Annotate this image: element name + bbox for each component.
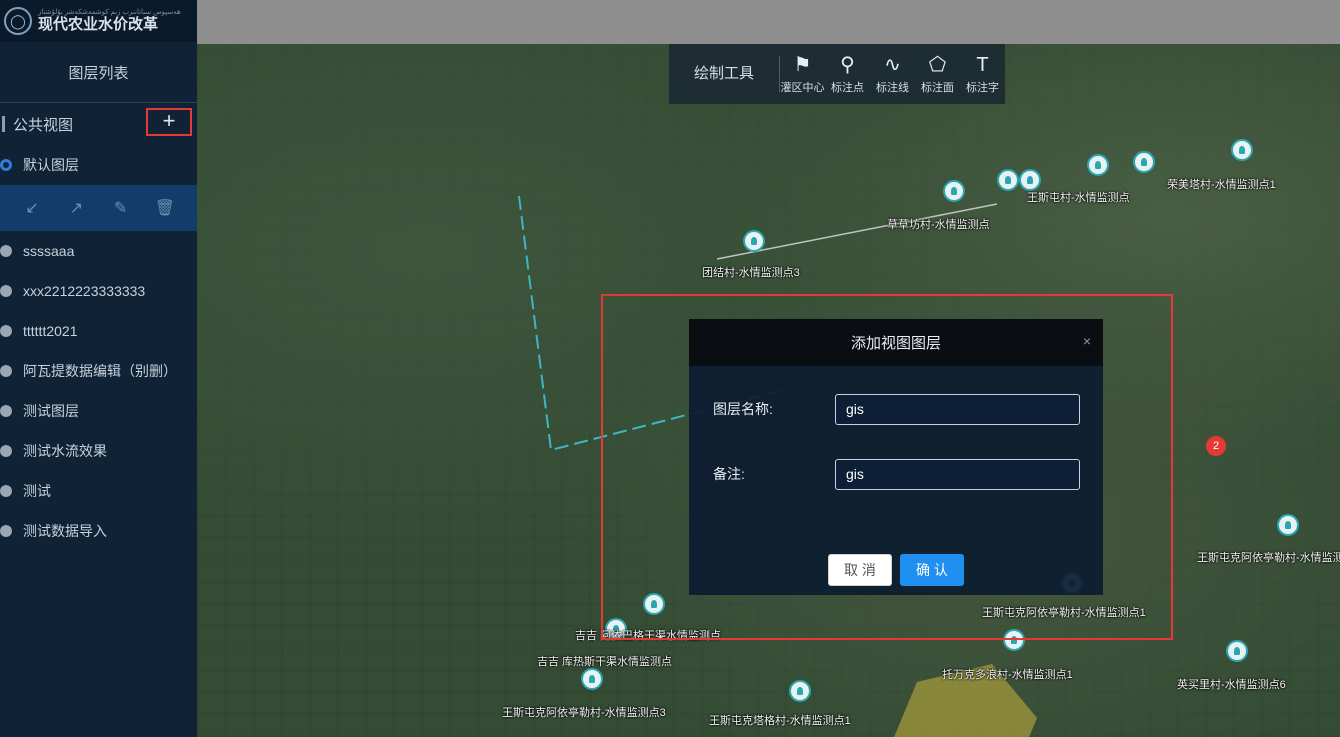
marker-label: 王斯屯村-水情监测点: [1027, 192, 1130, 204]
layer-name-row: 图层名称:: [713, 393, 1103, 425]
monitor-marker[interactable]: [997, 169, 1019, 191]
radio[interactable]: [0, 285, 12, 297]
marker-label: 王斯屯克阿依亭勒村-水情监测点: [1197, 552, 1340, 564]
layer-label: 阿瓦提数据编辑（别删）: [23, 363, 177, 379]
plus-icon: +: [162, 108, 176, 133]
polyline-icon: ∿: [884, 54, 901, 76]
delete-icon[interactable]: 🗑: [153, 198, 177, 218]
marker-label: 吉吉 库热斯干渠水情监测点: [537, 656, 673, 668]
group-indicator: [2, 116, 5, 132]
monitor-marker[interactable]: [789, 680, 811, 702]
sidebar: ◯ ھەسپوس سىاتانىرب زىم كوشمەشكەشر بۇلۇشت…: [0, 0, 197, 737]
marker-label: 托万克多浪村-水情监测点1: [942, 669, 1073, 681]
layer-label: xxx2212223333333: [23, 283, 146, 299]
monitor-marker[interactable]: [1226, 640, 1248, 662]
edit-icon[interactable]: ✎: [109, 198, 133, 218]
layer-item-default[interactable]: 默认图层: [0, 145, 197, 185]
radio[interactable]: [0, 405, 12, 417]
tool-label: 标注点: [831, 82, 864, 94]
draw-tools-title: 绘制工具: [669, 56, 780, 92]
layer-item[interactable]: xxx2212223333333: [0, 271, 197, 311]
layer-item[interactable]: 测试: [0, 471, 197, 511]
export-icon[interactable]: ↗: [64, 198, 88, 218]
marker-label: 王斯屯克塔格村-水情监测点1: [709, 715, 851, 727]
layer-item[interactable]: 测试水流效果: [0, 431, 197, 471]
tool-mark-point[interactable]: ⚲ 标注点: [825, 53, 870, 95]
radio[interactable]: [0, 365, 12, 377]
text-icon: T: [976, 54, 989, 76]
marker-label: 草草坊村-水情监测点: [887, 219, 990, 231]
layer-item[interactable]: tttttt2021: [0, 311, 197, 351]
draw-tools-toolbar: 绘制工具 ⚑ 灌区中心 ⚲ 标注点 ∿ 标注线 ⬠ 标注面 T 标注字: [669, 44, 1005, 104]
annotation-badge-2: 2: [1206, 436, 1226, 456]
map-view[interactable]: 绘制工具 ⚑ 灌区中心 ⚲ 标注点 ∿ 标注线 ⬠ 标注面 T 标注字 团结村-水情监测点…: [197, 44, 1340, 737]
add-layer-dialog: 添加视图图层 × 图层名称: 备注: 取 消 确 认: [689, 319, 1103, 595]
layer-label: tttttt2021: [23, 323, 78, 339]
tool-label: 标注线: [876, 82, 909, 94]
flag-icon: ⚑: [793, 54, 812, 76]
polygon-icon: ⬠: [928, 54, 947, 76]
radio-selected[interactable]: [0, 159, 12, 171]
monitor-marker[interactable]: [1133, 151, 1155, 173]
import-icon[interactable]: ↙: [20, 198, 44, 218]
logo-subtitle: ھەسپوس سىاتانىرب زىم كوشمەشكەشر بۇلۇشتاز: [38, 9, 181, 16]
group-label: 公共视图: [13, 116, 74, 134]
note-label: 备注:: [713, 466, 745, 482]
monitor-marker[interactable]: [1087, 154, 1109, 176]
layer-label: ssssaaa: [23, 243, 75, 259]
layer-item[interactable]: 阿瓦提数据编辑（别删）: [0, 351, 197, 391]
monitor-marker[interactable]: [743, 230, 765, 252]
layer-label: 测试: [23, 483, 51, 499]
note-row: 备注:: [713, 458, 1103, 490]
monitor-marker[interactable]: [1277, 514, 1299, 536]
dialog-footer: 取 消 确 认: [689, 554, 1103, 586]
radio[interactable]: [0, 485, 12, 497]
layer-label: 测试图层: [23, 403, 79, 419]
dialog-header: 添加视图图层 ×: [689, 319, 1103, 366]
marker-label: 荣美塔村-水情监测点1: [1167, 179, 1276, 191]
layer-label: 默认图层: [23, 157, 79, 173]
monitor-marker[interactable]: [1019, 169, 1041, 191]
logo-title: 现代农业水价改革: [38, 16, 159, 33]
layer-label: 测试水流效果: [23, 443, 107, 459]
confirm-button[interactable]: 确 认: [900, 554, 964, 586]
layer-name-label: 图层名称:: [713, 401, 773, 417]
logo: ◯ ھەسپوس سىاتانىرب زىم كوشمەشكەشر بۇلۇشت…: [0, 0, 197, 42]
marker-label: 团结村-水情监测点3: [702, 267, 800, 279]
tool-mark-line[interactable]: ∿ 标注线: [870, 53, 915, 95]
layer-label: 测试数据导入: [23, 523, 107, 539]
layer-tool-row: ↙ ↗ ✎ 🗑: [0, 185, 197, 231]
layer-item[interactable]: ssssaaa: [0, 231, 197, 271]
tool-label: 灌区中心: [780, 82, 825, 94]
tool-mark-polygon[interactable]: ⬠ 标注面: [915, 53, 960, 95]
monitor-marker[interactable]: [943, 180, 965, 202]
radio[interactable]: [0, 525, 12, 537]
radio[interactable]: [0, 245, 12, 257]
note-input[interactable]: [835, 458, 1080, 490]
panel-title: 图层列表: [0, 42, 197, 103]
marker-label: 英买里村-水情监测点6: [1177, 679, 1286, 691]
layer-item[interactable]: 测试图层: [0, 391, 197, 431]
monitor-marker[interactable]: [581, 668, 603, 690]
radio[interactable]: [0, 325, 12, 337]
group-public-view: 公共视图 +: [0, 103, 197, 145]
tool-irrigation-center[interactable]: ⚑ 灌区中心: [780, 53, 825, 95]
tool-label: 标注面: [921, 82, 954, 94]
tool-mark-text[interactable]: T 标注字: [960, 53, 1005, 95]
logo-icon: ◯: [4, 7, 32, 35]
map-pin-icon: ⚲: [840, 54, 855, 76]
top-bar: [197, 0, 1340, 44]
radio[interactable]: [0, 445, 12, 457]
add-layer-button[interactable]: +: [146, 108, 192, 136]
dialog-title: 添加视图图层: [850, 335, 941, 352]
close-icon[interactable]: ×: [1083, 333, 1091, 349]
monitor-marker[interactable]: [1231, 139, 1253, 161]
marker-label: 王斯屯克阿依亭勒村-水情监测点3: [502, 707, 666, 719]
layer-item[interactable]: 测试数据导入: [0, 511, 197, 551]
tool-label: 标注字: [966, 82, 999, 94]
cancel-button[interactable]: 取 消: [828, 554, 892, 586]
layer-name-input[interactable]: [835, 393, 1080, 425]
